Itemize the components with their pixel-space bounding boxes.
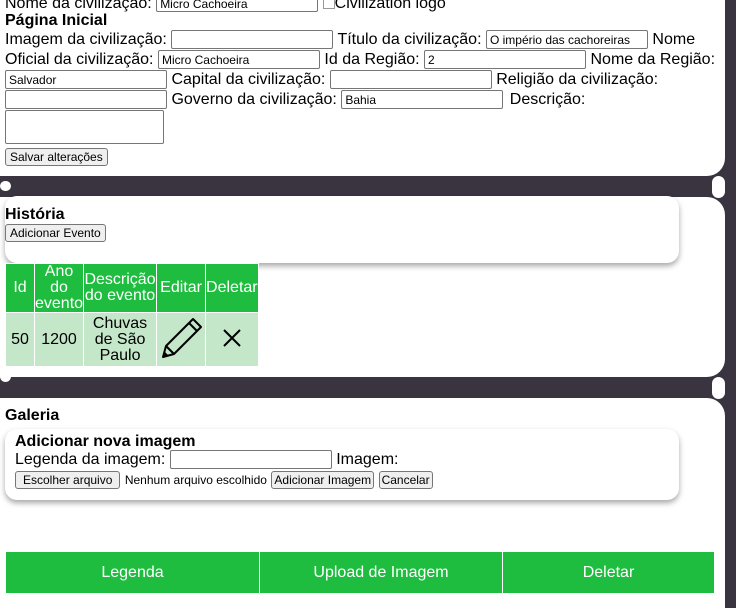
no-file-text: Nenhum arquivo escolhido: [124, 473, 267, 487]
pencil-icon: [162, 317, 203, 358]
col-delete: Deletar: [205, 263, 259, 313]
caption-label: Legenda da imagem:: [15, 451, 166, 468]
events-header-row: Id Ano do evento Descrição do evento Edi…: [5, 263, 259, 313]
gallery-col-caption: Legenda: [6, 552, 260, 593]
delete-event-button[interactable]: [205, 312, 259, 367]
official-name-label-end: Oficial da civilização:: [5, 51, 154, 68]
capital-input[interactable]: [329, 70, 492, 90]
region-id-input[interactable]: [424, 50, 587, 70]
description-textarea[interactable]: [5, 110, 164, 144]
image-upload-label: Imagem:: [336, 451, 399, 468]
region-name-label: Nome da Região:: [590, 51, 716, 68]
gallery-col-delete: Deletar: [503, 552, 714, 593]
panel-divider-right-2: [712, 377, 725, 399]
capital-label: Capital da civilização:: [171, 71, 326, 88]
add-event-button[interactable]: Adicionar Evento: [5, 224, 106, 242]
government-label: Governo da civilização:: [171, 91, 337, 108]
title-input[interactable]: [485, 30, 648, 50]
name-label: Nome da civilização:: [5, 0, 152, 12]
cancel-button[interactable]: Cancelar: [378, 470, 433, 489]
image-input[interactable]: [171, 30, 334, 50]
region-name-input[interactable]: [5, 70, 167, 90]
religion-input[interactable]: [5, 90, 167, 110]
choose-file-button[interactable]: Escolher arquivo: [15, 470, 121, 489]
col-id: Id: [5, 263, 35, 313]
event-id: 50: [5, 312, 35, 367]
add-image-button[interactable]: Adicionar Imagem: [271, 470, 375, 489]
gallery-col-upload: Upload de Imagem: [260, 552, 503, 593]
name-input[interactable]: [156, 0, 319, 13]
gallery-title: Galeria: [5, 407, 60, 424]
description-label: Descrição:: [509, 91, 586, 108]
save-button[interactable]: Salvar alterações: [5, 148, 108, 166]
edit-event-button[interactable]: [156, 312, 207, 367]
panel-divider-left-2: [0, 370, 11, 382]
official-name-label-start: Nome: [652, 31, 696, 48]
add-image-title: Adicionar nova imagem: [15, 433, 196, 450]
history-card: [5, 196, 679, 263]
image-label: Imagem da civilização:: [5, 31, 167, 48]
panel-divider-right: [712, 176, 725, 198]
caption-input[interactable]: [169, 450, 332, 470]
religion-label: Religião da civilização:: [496, 71, 659, 88]
events-table: Id Ano do evento Descrição do evento Edi…: [5, 263, 259, 367]
broken-image-icon: [322, 0, 335, 9]
civilization-logo: Civilization logo: [322, 0, 446, 12]
form-line-3: Capital da civilização: Religião da civi…: [5, 70, 658, 90]
form-line-1: Imagem da civilização: Título da civiliz…: [5, 30, 695, 50]
form-line-2: Oficial da civilização: Id da Região: No…: [5, 50, 715, 70]
official-name-input[interactable]: [157, 50, 320, 70]
table-row: 50 1200 Chuvas de São Paulo: [5, 312, 259, 367]
history-title: História: [5, 206, 65, 223]
close-icon: [223, 328, 241, 347]
col-edit: Editar: [156, 263, 207, 313]
government-input[interactable]: [341, 90, 504, 110]
event-description: Chuvas de São Paulo: [83, 312, 158, 367]
panel-divider-left: [0, 181, 11, 191]
file-row: Escolher arquivo Nenhum arquivo escolhid…: [15, 470, 433, 490]
form-line-4: Governo da civilização: Descrição:: [5, 90, 585, 110]
caption-row: Legenda da imagem: Imagem:: [15, 450, 398, 470]
region-id-label: Id da Região:: [324, 51, 420, 68]
col-description: Descrição do evento: [83, 263, 158, 313]
event-year: 1200: [33, 312, 85, 367]
page-title: Página Inicial: [5, 12, 108, 29]
title-label: Título da civilização:: [337, 31, 482, 48]
col-year: Ano do evento: [33, 263, 85, 313]
